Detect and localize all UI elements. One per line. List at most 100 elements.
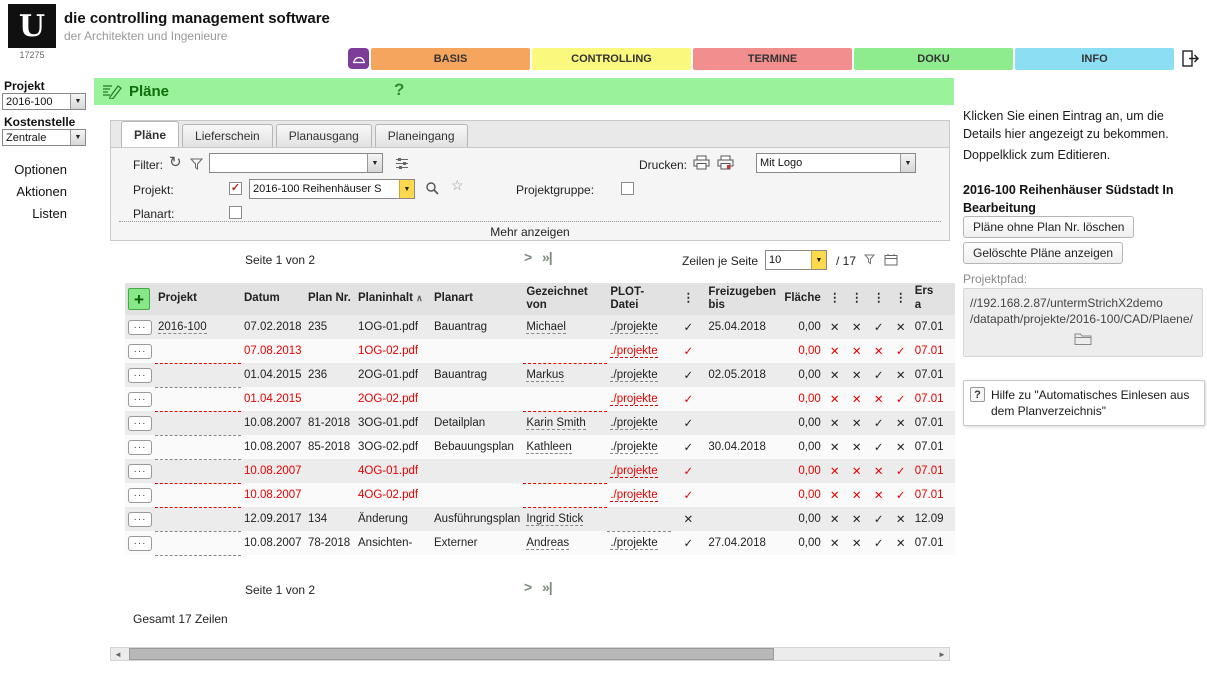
planverzeichnis-help-link[interactable]: ? Hilfe zu "Automatisches Einlesen aus d…: [963, 380, 1205, 426]
tab-planausgang[interactable]: Planausgang: [276, 124, 372, 147]
link-plot_datei[interactable]: ./projekte: [610, 345, 657, 358]
delete-plans-without-nr-button[interactable]: Pläne ohne Plan Nr. löschen: [963, 216, 1134, 238]
row-menu-button[interactable]: ···: [128, 344, 152, 359]
row-menu-button[interactable]: ···: [128, 392, 152, 407]
scroll-left-icon[interactable]: ◄: [111, 648, 125, 660]
sidebar-item-aktionen[interactable]: Aktionen: [0, 184, 67, 206]
row-menu-button[interactable]: ···: [128, 536, 152, 551]
link-gezeichnet_von[interactable]: Karin Smith: [526, 417, 585, 430]
table-row[interactable]: ···10.08.200785-20183OG-02.pdfBebauungsp…: [125, 435, 955, 459]
projektgruppe-checkbox[interactable]: [621, 182, 634, 195]
link-plot_datei[interactable]: ./projekte: [610, 441, 657, 454]
add-plan-button[interactable]: +: [128, 288, 150, 310]
link-gezeichnet_von[interactable]: Michael: [526, 321, 566, 334]
col-menu-1[interactable]: ⋮: [671, 283, 705, 315]
col-plot-datei[interactable]: PLOT-Datei: [607, 283, 671, 315]
col-planart[interactable]: Planart: [431, 283, 523, 315]
nav-tab-info[interactable]: INFO: [1015, 48, 1174, 70]
link-plot_datei[interactable]: ./projekte: [610, 537, 657, 550]
col-freizugeben-bis[interactable]: Freizugeben bis: [705, 283, 781, 315]
table-row[interactable]: ···01.04.20152OG-02.pdf./projekte✓0,00✕✕…: [125, 387, 955, 411]
row-menu-button[interactable]: ···: [128, 368, 152, 383]
projekt-checkbox[interactable]: ✓: [229, 182, 242, 195]
nav-tab-termine[interactable]: TERMINE: [693, 48, 852, 70]
col-planinhalt[interactable]: Planinhalt ∧: [355, 283, 431, 315]
link-plot_datei[interactable]: ./projekte: [610, 321, 657, 334]
col-menu-3[interactable]: ⋮: [846, 283, 868, 315]
scroll-right-icon[interactable]: ►: [935, 648, 949, 660]
filter-funnel-icon[interactable]: [190, 158, 203, 172]
link-projekt[interactable]: 2016-100: [158, 321, 207, 334]
last-page-icon-bottom[interactable]: »|: [542, 579, 552, 595]
tab-lieferschein[interactable]: Lieferschein: [182, 124, 273, 147]
filter-options-icon[interactable]: [395, 157, 409, 172]
table-row[interactable]: ···10.08.200778-2018Ansichten-ExternerAn…: [125, 531, 955, 555]
logo-print-select[interactable]: Mit Logo ▼: [756, 153, 916, 173]
cell-m5: ✕: [890, 507, 912, 531]
link-gezeichnet_von[interactable]: Kathleen: [526, 441, 571, 454]
next-page-icon[interactable]: >: [524, 249, 531, 265]
table-row[interactable]: ···07.08.20131OG-02.pdf./projekte✓0,00✕✕…: [125, 339, 955, 363]
module-icon[interactable]: [348, 48, 369, 69]
refresh-icon[interactable]: ↻: [169, 155, 182, 170]
row-menu-button[interactable]: ···: [128, 464, 152, 479]
tab-plaene[interactable]: Pläne: [121, 121, 179, 147]
row-menu-button[interactable]: ···: [128, 512, 152, 527]
logout-icon[interactable]: [1179, 48, 1201, 70]
col-flaeche[interactable]: Fläche: [781, 283, 823, 315]
link-gezeichnet_von[interactable]: Andreas: [526, 537, 569, 550]
tab-planeingang[interactable]: Planeingang: [375, 124, 468, 147]
col-gezeichnet-von[interactable]: Gezeichnet von: [523, 283, 607, 315]
col-menu-4[interactable]: ⋮: [868, 283, 890, 315]
search-icon[interactable]: [425, 181, 439, 197]
col-erstellt-am[interactable]: Ers a: [912, 283, 955, 315]
nav-tab-controlling[interactable]: CONTROLLING: [532, 48, 691, 70]
col-projekt[interactable]: Projekt: [155, 283, 241, 315]
link-plot_datei[interactable]: ./projekte: [610, 489, 657, 502]
link-gezeichnet_von[interactable]: Markus: [526, 369, 564, 382]
horizontal-scrollbar[interactable]: ◄ ►: [110, 647, 950, 661]
projekt-filter-select[interactable]: 2016-100 Reihenhäuser S ▼: [249, 179, 415, 199]
row-menu-button[interactable]: ···: [128, 488, 152, 503]
planart-checkbox[interactable]: [229, 206, 242, 219]
table-row[interactable]: ···2016-10007.02.20182351OG-01.pdfBauant…: [125, 315, 955, 339]
kostenstelle-select[interactable]: Zentrale ▼: [2, 129, 86, 146]
row-menu-button[interactable]: ···: [128, 440, 152, 455]
table-row[interactable]: ···10.08.200781-20183OG-01.pdfDetailplan…: [125, 411, 955, 435]
module-help-icon[interactable]: ?: [394, 80, 404, 100]
table-row[interactable]: ···12.09.2017134ÄnderungAusführungsplanI…: [125, 507, 955, 531]
link-plot_datei[interactable]: ./projekte: [610, 393, 657, 406]
table-row[interactable]: ···10.08.20074OG-02.pdf./projekte✓0,00✕✕…: [125, 483, 955, 507]
col-datum[interactable]: Datum: [241, 283, 305, 315]
nav-tab-doku[interactable]: DOKU: [854, 48, 1013, 70]
link-plot_datei[interactable]: ./projekte: [610, 417, 657, 430]
link-plot_datei[interactable]: ./projekte: [610, 465, 657, 478]
sidebar-item-listen[interactable]: Listen: [0, 206, 67, 228]
favorite-star-icon[interactable]: ☆: [451, 178, 464, 192]
filter-select[interactable]: ▼: [209, 153, 383, 173]
next-page-icon-bottom[interactable]: >: [524, 579, 531, 595]
pager-filter-icon[interactable]: [864, 254, 875, 267]
last-page-icon[interactable]: »|: [542, 249, 552, 265]
scrollbar-thumb[interactable]: [129, 648, 774, 660]
col-menu-5[interactable]: ⋮: [890, 283, 912, 315]
table-row[interactable]: ···10.08.20074OG-01.pdf./projekte✓0,00✕✕…: [125, 459, 955, 483]
sidebar-item-optionen[interactable]: Optionen: [0, 162, 67, 184]
show-deleted-plans-button[interactable]: Gelöschte Pläne anzeigen: [963, 242, 1123, 264]
row-menu-button[interactable]: ···: [128, 416, 152, 431]
row-menu-button[interactable]: ···: [128, 320, 152, 335]
calendar-icon[interactable]: [884, 253, 898, 268]
rows-per-page-select[interactable]: 10 ▼: [765, 250, 827, 270]
table-row[interactable]: ···01.04.20152362OG-01.pdfBauantragMarku…: [125, 363, 955, 387]
col-menu-2[interactable]: ⋮: [824, 283, 846, 315]
projekt-sidebar-select[interactable]: 2016-100 ▼: [2, 93, 86, 110]
print-pdf-icon[interactable]: [717, 155, 734, 172]
mehr-anzeigen-link[interactable]: Mehr anzeigen: [119, 221, 941, 239]
scrollbar-track[interactable]: [125, 648, 935, 660]
print-icon[interactable]: [693, 155, 710, 172]
link-plot_datei[interactable]: ./projekte: [610, 369, 657, 382]
nav-tab-basis[interactable]: BASIS: [371, 48, 530, 70]
link-gezeichnet_von[interactable]: Ingrid Stick: [526, 513, 583, 526]
open-folder-icon[interactable]: [1074, 332, 1092, 349]
col-plan-nr[interactable]: Plan Nr.: [305, 283, 355, 315]
